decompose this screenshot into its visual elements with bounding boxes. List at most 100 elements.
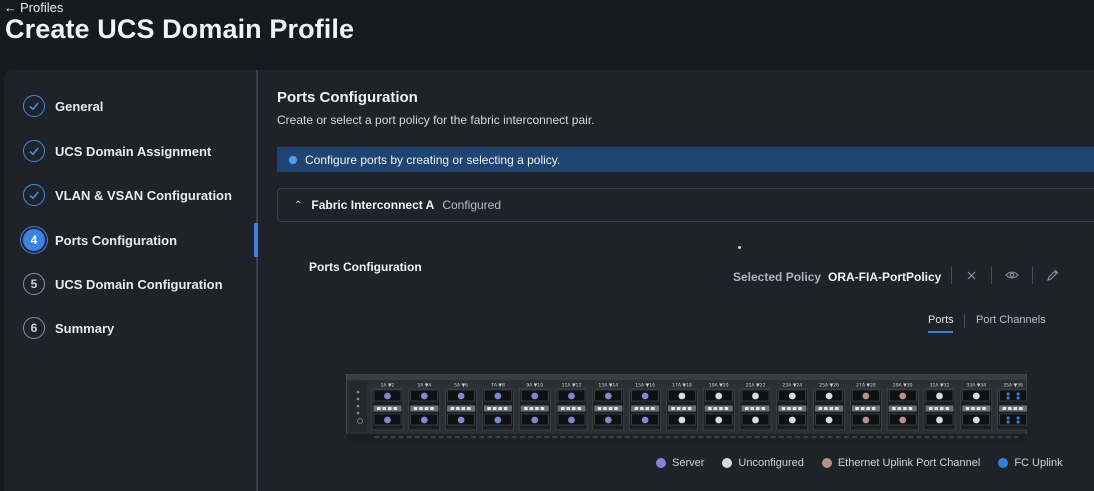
info-dot-icon	[289, 155, 297, 164]
port-status-dot[interactable]	[752, 392, 759, 400]
divider	[991, 267, 992, 284]
port-status-dot[interactable]	[457, 392, 465, 400]
divider	[1032, 267, 1033, 284]
port-group[interactable]: 15A ▼16	[629, 383, 661, 431]
port-status-dot[interactable]	[494, 416, 502, 424]
port-group-label: 9A ▼10	[526, 383, 543, 389]
port-group[interactable]: 9A ▼10	[518, 383, 551, 431]
section-title: Ports Configuration	[277, 89, 418, 106]
port-group[interactable]: 17A ▼18	[666, 383, 698, 431]
pencil-icon[interactable]	[1045, 268, 1059, 282]
step-ucs-domain-configuration[interactable]: 5 UCS Domain Configuration	[23, 272, 223, 296]
page-header: ← Profiles Create UCS Domain Profile	[0, 0, 1094, 70]
port-status-dot[interactable]	[936, 392, 943, 400]
port-status-dot[interactable]	[936, 416, 943, 424]
port-status-dot[interactable]	[715, 416, 723, 424]
back-link-label: Profiles	[20, 0, 64, 15]
port-group[interactable]: 5A ▼6	[445, 383, 477, 431]
port-group[interactable]: 19A ▼20	[702, 383, 735, 431]
step-number-badge: 5	[23, 273, 45, 295]
port-group[interactable]: 31A ▼32	[923, 383, 956, 431]
port-group[interactable]: 3A ▼4	[408, 383, 441, 431]
port-group-label: 33A ▼34	[966, 383, 986, 389]
page-title: Create UCS Domain Profile	[5, 14, 355, 44]
port-status-dot[interactable]	[604, 392, 612, 400]
tab-port-channels[interactable]: Port Channels	[976, 314, 1046, 326]
port-status-dot[interactable]	[862, 416, 870, 424]
legend-label: FC Uplink	[1014, 457, 1063, 469]
legend-color-swatch	[722, 458, 733, 468]
port-group[interactable]: 25A ▼26	[813, 383, 845, 431]
port-status-dot[interactable]	[678, 416, 686, 424]
check-icon	[23, 184, 45, 206]
port-status-dot[interactable]	[678, 392, 686, 400]
port-status-dot[interactable]	[420, 392, 428, 400]
port-status-dot[interactable]	[972, 392, 980, 400]
port-status-dot[interactable]	[1016, 392, 1020, 396]
step-ports-configuration[interactable]: 4 Ports Configuration	[23, 228, 177, 252]
port-status-dot[interactable]	[604, 416, 612, 424]
port-status-dot[interactable]	[752, 416, 759, 424]
port-group[interactable]: 13A ▼14	[592, 383, 625, 431]
port-status-dot[interactable]	[494, 392, 502, 400]
port-status-dot[interactable]	[825, 416, 833, 424]
port-status-dot[interactable]	[1016, 420, 1020, 424]
port-status-dot[interactable]	[641, 392, 649, 400]
port-group-label: 27A ▼28	[856, 383, 876, 389]
step-general[interactable]: General	[23, 94, 103, 118]
step-vlan-vsan-configuration[interactable]: VLAN & VSAN Configuration	[23, 183, 232, 207]
port-status-dot[interactable]	[715, 392, 723, 400]
legend-fc-uplink: FC Uplink	[998, 457, 1063, 469]
port-status-dot[interactable]	[420, 416, 428, 424]
port-group[interactable]: 7A ▼8	[482, 383, 514, 431]
port-group[interactable]: 35A ▼36	[997, 383, 1029, 431]
port-status-dot[interactable]	[568, 416, 575, 424]
port-status-dot[interactable]	[1006, 392, 1010, 396]
close-icon[interactable]	[964, 268, 978, 282]
port-status-dot[interactable]	[1006, 416, 1010, 420]
fabric-interconnect-a-header[interactable]: ⌃ Fabric Interconnect A Configured	[277, 188, 1094, 222]
port-status-dot[interactable]	[788, 392, 796, 400]
port-group[interactable]: 23A ▼24	[776, 383, 809, 431]
port-status-dot[interactable]	[862, 392, 870, 400]
port-status-dot[interactable]	[788, 416, 796, 424]
back-to-profiles-link[interactable]: ← Profiles	[4, 0, 63, 15]
port-group-label: 5A ▼6	[454, 383, 468, 389]
port-group[interactable]: 27A ▼28	[850, 383, 882, 431]
port-group[interactable]: 29A ▼30	[886, 383, 919, 431]
port-group-label: 25A ▼26	[819, 383, 839, 389]
port-status-dot[interactable]	[1006, 396, 1010, 400]
port-status-dot[interactable]	[899, 416, 907, 424]
step-summary[interactable]: 6 Summary	[23, 316, 114, 340]
port-group[interactable]: 11A ▼12	[555, 383, 588, 431]
port-status-dot[interactable]	[531, 392, 539, 400]
port-group[interactable]: 1A ▼2	[371, 383, 404, 431]
selected-policy-value: ORA-FIA-PortPolicy	[828, 270, 942, 284]
port-status-dot[interactable]	[531, 416, 539, 424]
section-description: Create or select a port policy for the f…	[277, 113, 595, 127]
fabric-status: Configured	[442, 198, 502, 212]
legend-server: Server	[656, 457, 704, 469]
fabric-name: Fabric Interconnect A	[311, 198, 435, 212]
port-status-dot[interactable]	[899, 392, 907, 400]
banner-text: Configure ports by creating or selecting…	[305, 152, 561, 167]
step-number-badge: 6	[23, 317, 45, 339]
wizard-steps: General UCS Domain Assignment VLAN & VSA…	[4, 70, 258, 491]
port-status-dot[interactable]	[384, 392, 391, 400]
chevron-up-icon[interactable]: ⌃	[294, 200, 302, 211]
port-status-dot[interactable]	[1006, 420, 1010, 424]
port-group-label: 11A ▼12	[562, 383, 582, 389]
tab-ports[interactable]: Ports	[928, 314, 954, 326]
port-status-dot[interactable]	[1016, 396, 1020, 400]
eye-icon[interactable]	[1005, 268, 1019, 282]
port-status-dot[interactable]	[568, 392, 575, 400]
port-status-dot[interactable]	[641, 416, 649, 424]
port-group[interactable]: 33A ▼34	[960, 383, 993, 431]
step-ucs-domain-assignment[interactable]: UCS Domain Assignment	[23, 139, 211, 163]
port-group[interactable]: 21A ▼22	[739, 383, 772, 431]
port-status-dot[interactable]	[384, 416, 391, 424]
port-status-dot[interactable]	[1016, 416, 1020, 420]
port-status-dot[interactable]	[825, 392, 833, 400]
port-status-dot[interactable]	[972, 416, 980, 424]
port-status-dot[interactable]	[457, 416, 465, 424]
